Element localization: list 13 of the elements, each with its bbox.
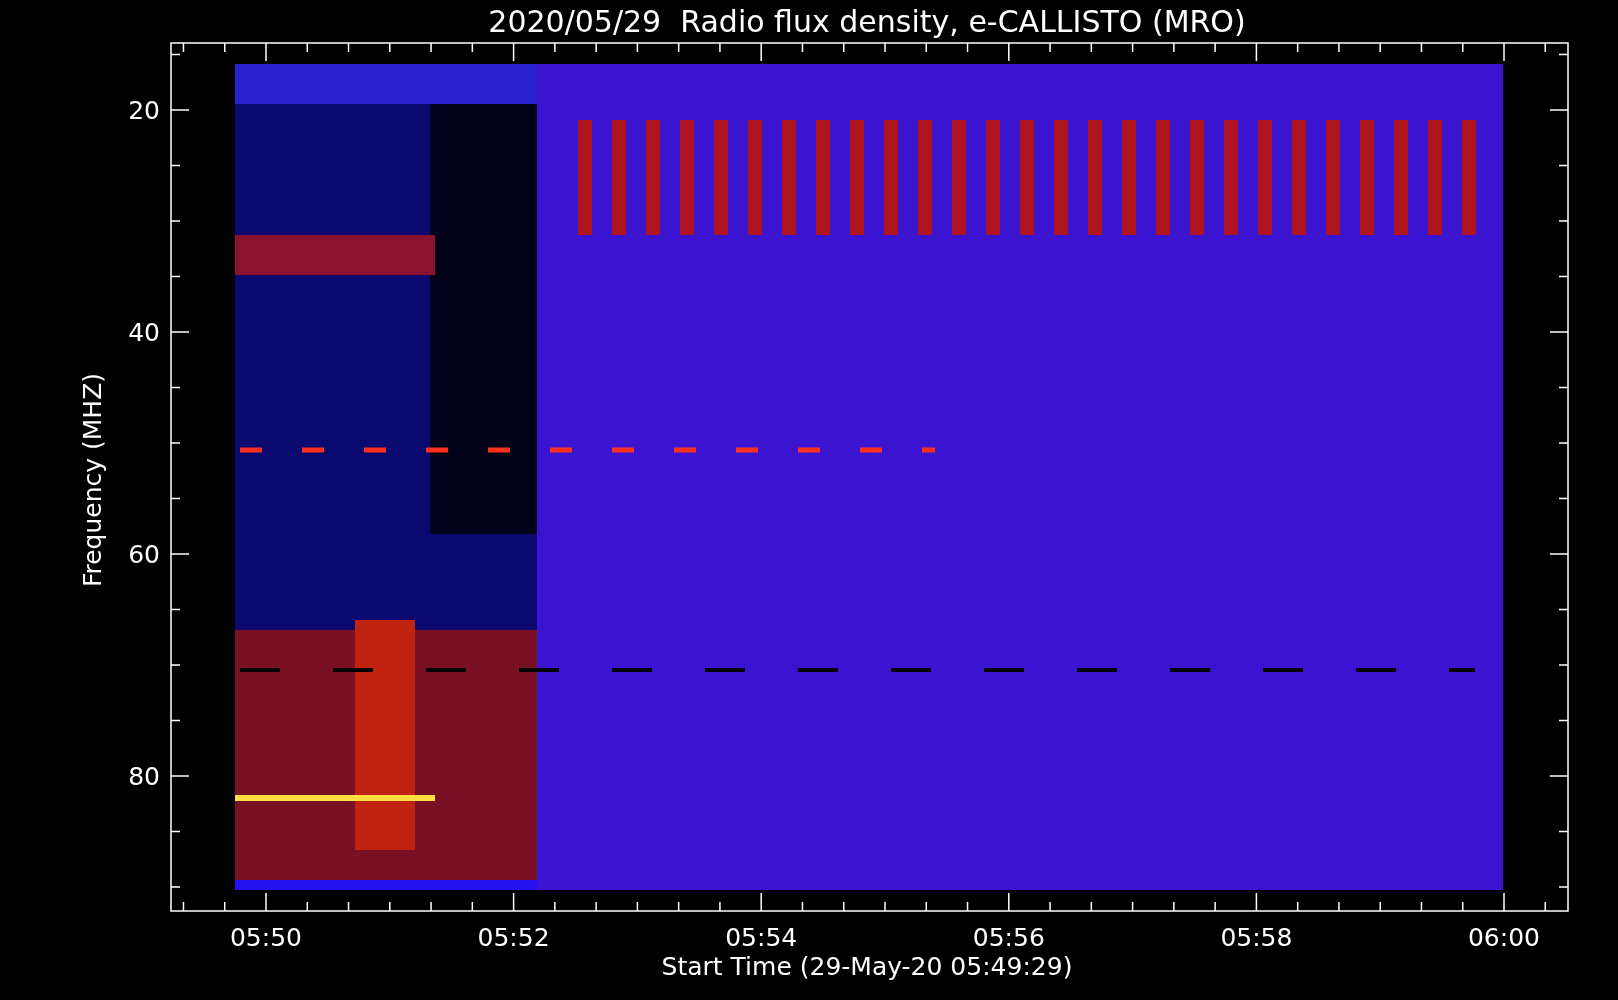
y-tick-label: 20 <box>128 96 160 125</box>
x-tick-label: 06:00 <box>1468 923 1540 952</box>
x-tick-label: 05:58 <box>1220 923 1293 952</box>
y-tick-label: 60 <box>128 540 160 569</box>
y-tick-label: 40 <box>128 318 160 347</box>
x-tick-label: 05:54 <box>725 923 798 952</box>
y-tick-label: 80 <box>128 762 160 791</box>
y-axis-label: Frequency (MHZ) <box>78 372 107 588</box>
x-tick-label: 05:56 <box>972 923 1045 952</box>
x-tick-label: 05:52 <box>477 923 550 952</box>
x-axis-label: Start Time (29-May-20 05:49:29) <box>661 952 1073 981</box>
x-tick-label: 05:50 <box>230 923 302 952</box>
plot-title: 2020/05/29 Radio flux density, e-CALLISTO (MRO) <box>488 4 1246 39</box>
